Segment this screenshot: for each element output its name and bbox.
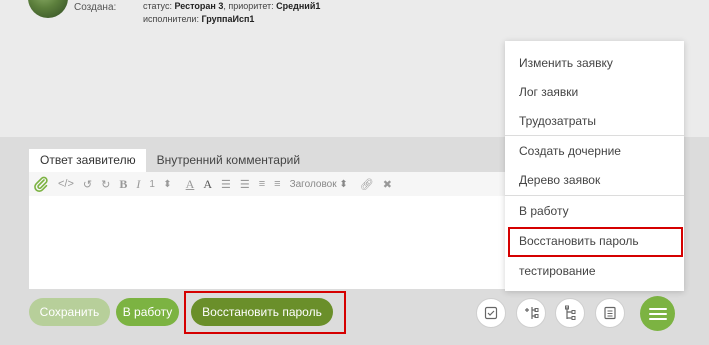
undo-icon[interactable]: ↺ [83,178,92,191]
created-label: Создана: [74,2,117,13]
numbered-list-icon[interactable]: ☰ [240,178,250,191]
hamburger-icon [648,307,667,320]
reply-tabs: Ответ заявителю Внутренний комментарий [29,149,310,172]
save-button[interactable]: Сохранить [29,298,110,326]
editor-toolbar: </> ↺ ↻ B I 1 ⬍ A A ☰ ☰ ≡ ≡ Заголовок ⬍ … [29,172,509,196]
heading-select[interactable]: Заголовок ⬍ [290,179,348,190]
status-value: Ресторан 3 [174,1,224,11]
status-prefix: статус: [143,1,175,11]
to-work-button[interactable]: В работу [116,298,179,326]
priority-prefix: , приоритет: [223,1,277,11]
redo-icon[interactable]: ↻ [101,178,110,191]
checklist-button[interactable] [476,298,506,328]
ticket-executors-line: исполнители: ГруппаИсп1 [143,14,254,24]
attach-icon[interactable] [33,176,49,192]
code-icon[interactable]: </> [58,178,74,190]
tree-icon [565,305,576,320]
italic-icon[interactable]: I [136,177,140,192]
bold-icon[interactable]: B [119,177,127,192]
font-size-value: 1 [149,178,155,190]
highlight-frame-button [184,291,346,334]
add-child-icon [525,307,539,319]
tab-reply-to-requester[interactable]: Ответ заявителю [29,149,146,172]
menu-item-ticket-tree[interactable]: Дерево заявок [505,165,684,194]
checklist-icon [484,306,498,320]
add-child-button[interactable] [516,298,546,328]
remove-format-icon[interactable]: ✖ [383,178,392,191]
menu-item-labor-costs[interactable]: Трудозатраты [505,106,684,135]
menu-item-edit-ticket[interactable]: Изменить заявку [505,48,684,77]
executors-value: ГруппаИсп1 [201,14,255,24]
avatar [28,0,68,18]
menu-item-testing[interactable]: тестирование [505,256,684,285]
menu-item-ticket-log[interactable]: Лог заявки [505,77,684,106]
menu-item-create-child[interactable]: Создать дочерние [505,136,684,165]
priority-value: Средний1 [276,1,321,11]
reply-editor[interactable]: </> ↺ ↻ B I 1 ⬍ A A ☰ ☰ ≡ ≡ Заголовок ⬍ … [29,172,509,289]
link-icon[interactable]: 🔗︎ [360,178,374,191]
ticket-status-line: статус: Ресторан 3, приоритет: Средний1 [143,1,320,11]
document-icon [604,306,616,320]
heading-select-value: Заголовок [289,178,337,190]
menu-item-to-work[interactable]: В работу [505,196,684,225]
tree-button[interactable] [555,298,585,328]
font-size-select[interactable]: 1 ⬍ [149,179,171,190]
bullet-list-icon[interactable]: ☰ [221,178,231,191]
font-color-icon[interactable]: A [203,177,212,192]
highlight-frame-menu [508,227,683,257]
document-button[interactable] [595,298,625,328]
menu-toggle-button[interactable] [640,296,675,331]
outdent-icon[interactable]: ≡ [259,178,265,190]
executors-prefix: исполнители: [143,14,202,24]
tab-internal-comment[interactable]: Внутренний комментарий [146,149,310,172]
underline-icon[interactable]: A [186,177,195,192]
indent-icon[interactable]: ≡ [274,178,280,190]
